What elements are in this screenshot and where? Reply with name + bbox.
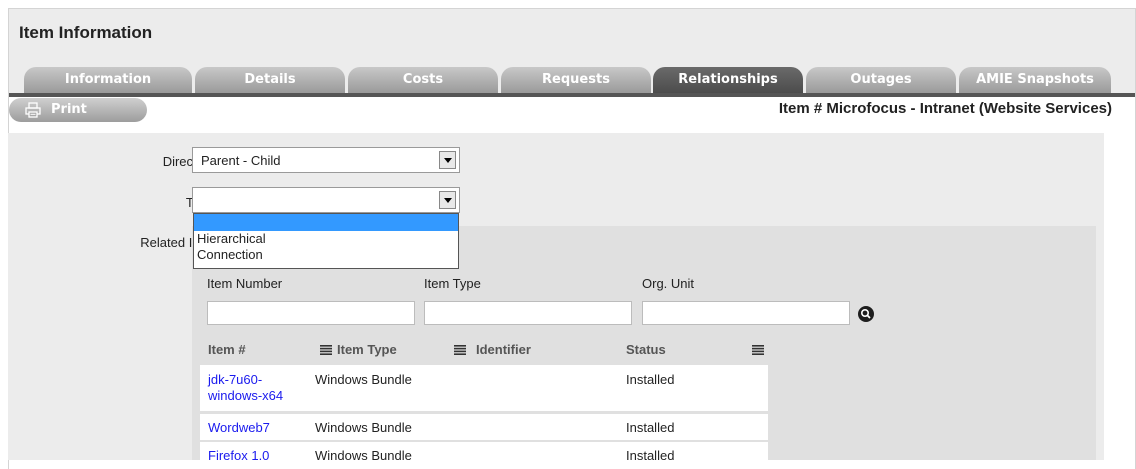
tab-outages[interactable]: Outages [806, 67, 956, 93]
item-link[interactable]: Firefox 1.0 [208, 448, 269, 463]
tab-details[interactable]: Details [195, 67, 345, 93]
org-unit-input[interactable] [642, 301, 850, 325]
tab-bar: Information Details Costs Requests Relat… [9, 53, 1135, 97]
type-option-connection[interactable]: Connection [194, 247, 458, 263]
item-type-label: Item Type [424, 276, 481, 291]
tab-relationships[interactable]: Relationships [653, 67, 803, 93]
table-row: jdk-7u60- windows-x64 Windows Bundle Ins… [200, 365, 768, 411]
item-type-input[interactable] [424, 301, 632, 325]
status-cell: Installed [626, 372, 675, 387]
magnifier-icon[interactable] [858, 306, 874, 322]
column-header-item[interactable]: Item # [208, 342, 246, 357]
direction-select[interactable]: Parent - Child [192, 147, 460, 173]
chevron-down-icon[interactable] [439, 191, 456, 209]
column-header-identifier[interactable]: Identifier [476, 342, 531, 357]
item-number-label: Item Number [207, 276, 283, 291]
tab-information[interactable]: Information [24, 67, 192, 93]
print-button[interactable]: Print [9, 98, 147, 122]
table-row: Wordweb7 Windows Bundle Installed [200, 414, 768, 440]
item-heading: Item # Microfocus - Intranet (Website Se… [778, 100, 1112, 117]
item-type-cell: Windows Bundle [315, 448, 412, 463]
item-number-input[interactable] [207, 301, 415, 325]
item-link[interactable]: jdk-7u60- [208, 372, 262, 387]
type-dropdown-list[interactable]: Hierarchical Connection [193, 213, 459, 269]
direction-value: Parent - Child [201, 153, 281, 168]
column-menu-icon[interactable] [752, 345, 764, 355]
item-type-cell: Windows Bundle [315, 420, 412, 435]
type-option-hierarchical[interactable]: Hierarchical [194, 231, 458, 247]
item-link[interactable]: windows-x64 [208, 388, 283, 403]
print-label: Print [51, 102, 87, 117]
status-cell: Installed [626, 448, 675, 463]
column-menu-icon[interactable] [454, 345, 466, 355]
table-row: Firefox 1.0 Windows Bundle Installed [200, 442, 768, 468]
column-menu-icon[interactable] [320, 345, 332, 355]
chevron-down-icon[interactable] [439, 151, 456, 169]
item-link[interactable]: Wordweb7 [208, 420, 270, 435]
type-select[interactable] [192, 187, 460, 213]
title-bar: Item Information [9, 9, 1135, 54]
results-table: Item # Item Type Identifier Status jdk-7… [200, 336, 768, 468]
tab-amie-snapshots[interactable]: AMIE Snapshots [959, 67, 1111, 93]
tab-requests[interactable]: Requests [501, 67, 651, 93]
item-type-cell: Windows Bundle [315, 372, 412, 387]
column-header-item-type[interactable]: Item Type [337, 342, 397, 357]
tab-costs[interactable]: Costs [348, 67, 498, 93]
printer-icon [25, 102, 41, 118]
org-unit-label: Org. Unit [642, 276, 695, 291]
page-title: Item Information [19, 23, 153, 42]
status-cell: Installed [626, 420, 675, 435]
type-option-blank[interactable] [194, 214, 458, 231]
column-header-status[interactable]: Status [626, 342, 666, 357]
